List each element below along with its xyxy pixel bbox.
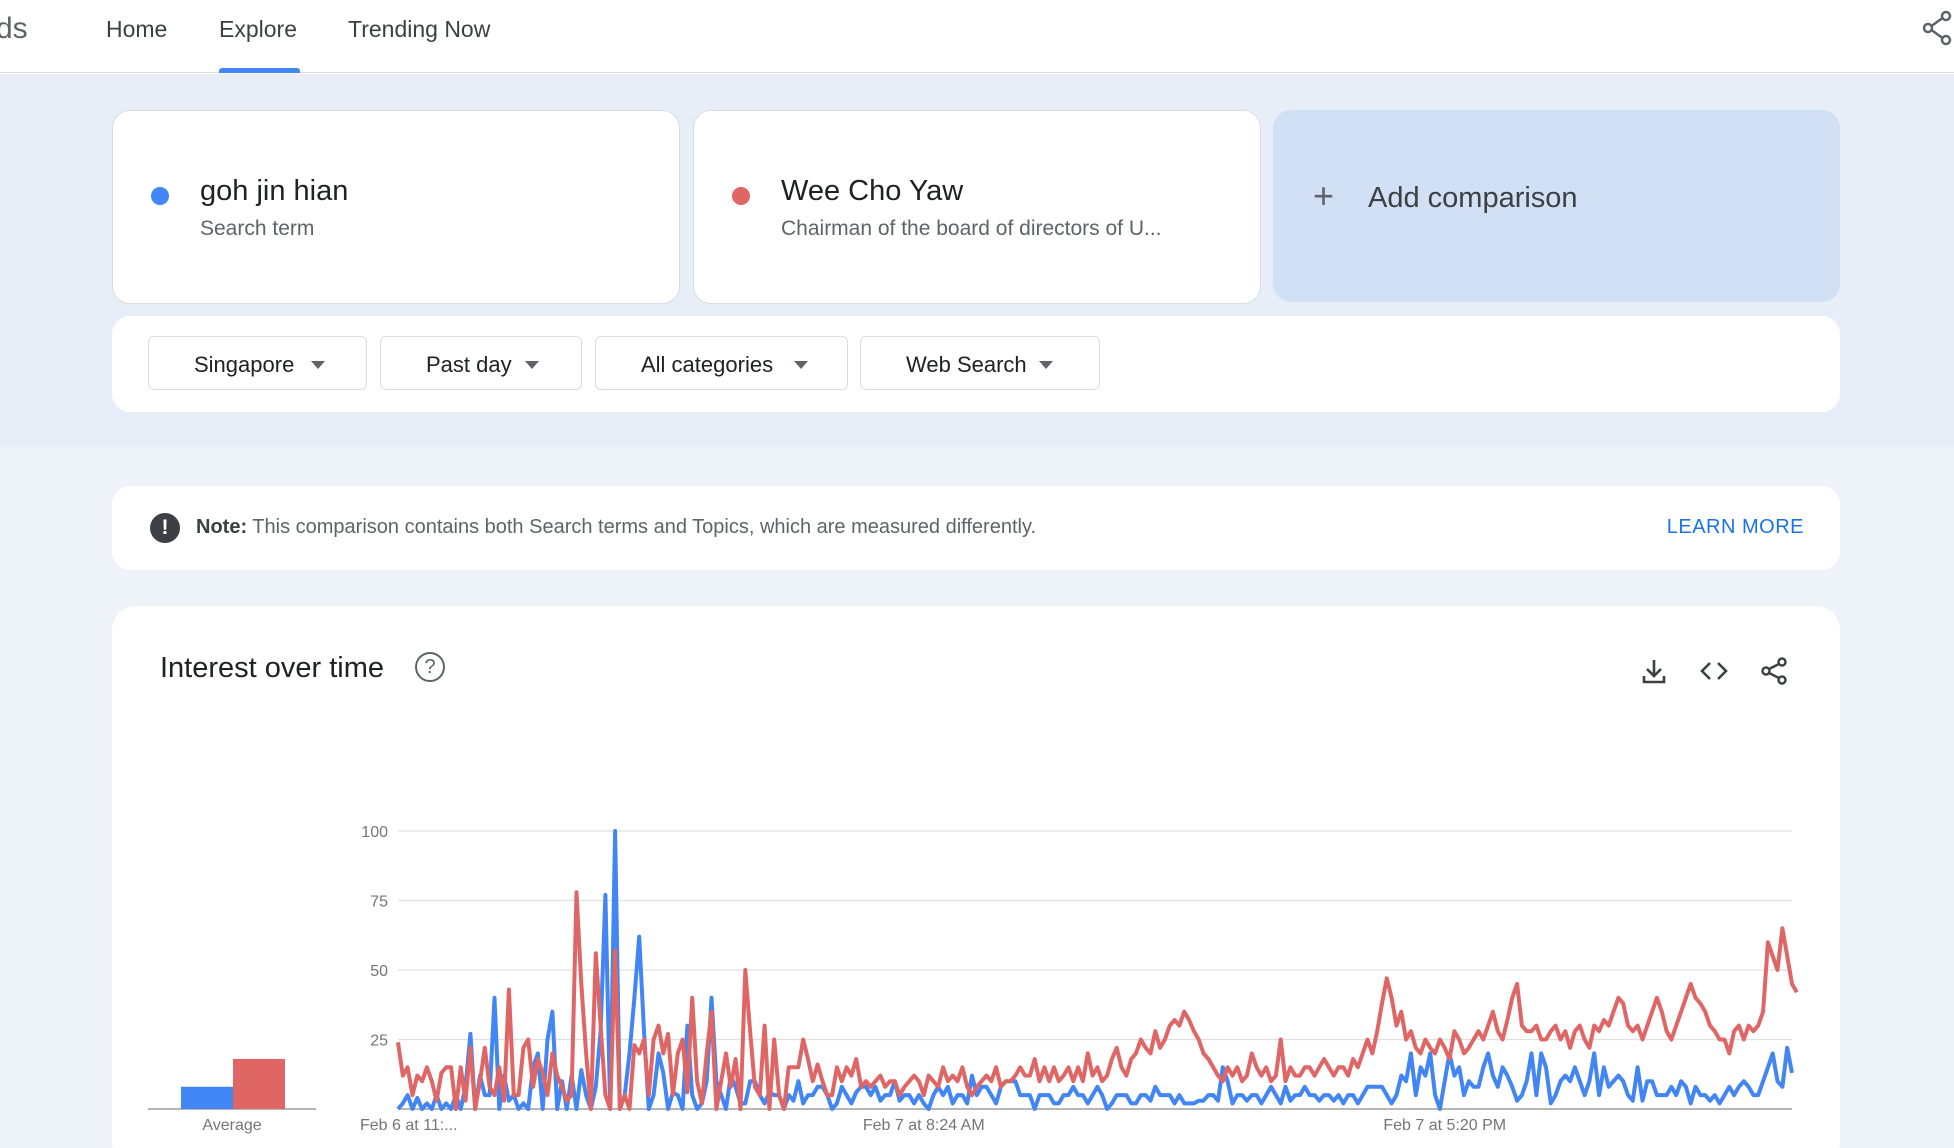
note-text: Note: This comparison contains both Sear…: [196, 516, 1036, 539]
filter-label: All categories: [641, 352, 774, 377]
tab-trending-now[interactable]: Trending Now: [348, 14, 490, 72]
average-bar-goh-jin-hian: [181, 1086, 233, 1109]
learn-more-link[interactable]: LEARN MORE: [1667, 516, 1804, 539]
term-type: Chairman of the board of directors of U.…: [781, 217, 1162, 240]
average-bar-wee-cho-yaw: [233, 1058, 285, 1109]
y-tick-label: 100: [361, 824, 388, 841]
series-color-dot: [151, 187, 169, 205]
term-name[interactable]: goh jin hian: [200, 175, 348, 208]
filter-label: Singapore: [194, 352, 295, 377]
filter-search-type[interactable]: Web Search: [860, 336, 1100, 390]
add-comparison-button[interactable]: + Add comparison: [1273, 110, 1840, 302]
comparison-note: ! Note: This comparison contains both Se…: [112, 486, 1840, 570]
exclamation-icon: !: [150, 513, 180, 543]
term-card-wee-cho-yaw[interactable]: Wee Cho Yaw Chairman of the board of dir…: [693, 110, 1261, 304]
y-tick-label: 75: [370, 894, 388, 911]
top-nav-bar: ds Home Explore Trending Now: [0, 0, 1954, 73]
average-label: Average: [202, 1117, 261, 1134]
note-body: This comparison contains both Search ter…: [247, 516, 1037, 538]
caret-down-icon: [1039, 361, 1053, 369]
tab-explore[interactable]: Explore: [219, 14, 297, 72]
y-tick-label: 25: [370, 1033, 388, 1050]
interest-over-time-card: Interest over time ? 25 50 75 100 Feb 6 at 1…: [112, 606, 1840, 1148]
plus-icon: +: [1313, 175, 1335, 216]
y-tick-label: 50: [370, 963, 388, 980]
filter-time-range[interactable]: Past day: [380, 336, 582, 390]
filter-region[interactable]: Singapore: [148, 336, 367, 390]
x-tick-label: Feb 6 at 11:...: [360, 1117, 458, 1134]
term-card-goh-jin-hian[interactable]: goh jin hian Search term: [112, 110, 680, 304]
series-color-dot: [732, 187, 750, 205]
caret-down-icon: [525, 361, 539, 369]
interest-chart: 25 50 75 100 Feb 6 at 11:... Feb 7 at 8:24 AM…: [148, 824, 1799, 1134]
x-tick-label: Feb 7 at 8:24 AM: [863, 1117, 985, 1134]
add-comparison-label: Add comparison: [1368, 182, 1578, 214]
active-tab-indicator: [219, 68, 300, 73]
logo-fragment[interactable]: ds: [0, 12, 28, 46]
term-type: Search term: [200, 217, 315, 240]
note-label: Note:: [196, 516, 248, 538]
filter-category[interactable]: All categories: [595, 336, 848, 390]
caret-down-icon: [794, 361, 808, 369]
filter-label: Past day: [426, 352, 512, 377]
tab-home[interactable]: Home: [106, 14, 167, 72]
x-tick-label: Feb 7 at 5:20 PM: [1383, 1117, 1506, 1134]
filter-bar: Singapore Past day All categories Web Se…: [112, 316, 1840, 412]
share-icon[interactable]: [1918, 10, 1954, 46]
filter-label: Web Search: [906, 352, 1027, 377]
term-name[interactable]: Wee Cho Yaw: [781, 175, 963, 208]
caret-down-icon: [311, 361, 325, 369]
